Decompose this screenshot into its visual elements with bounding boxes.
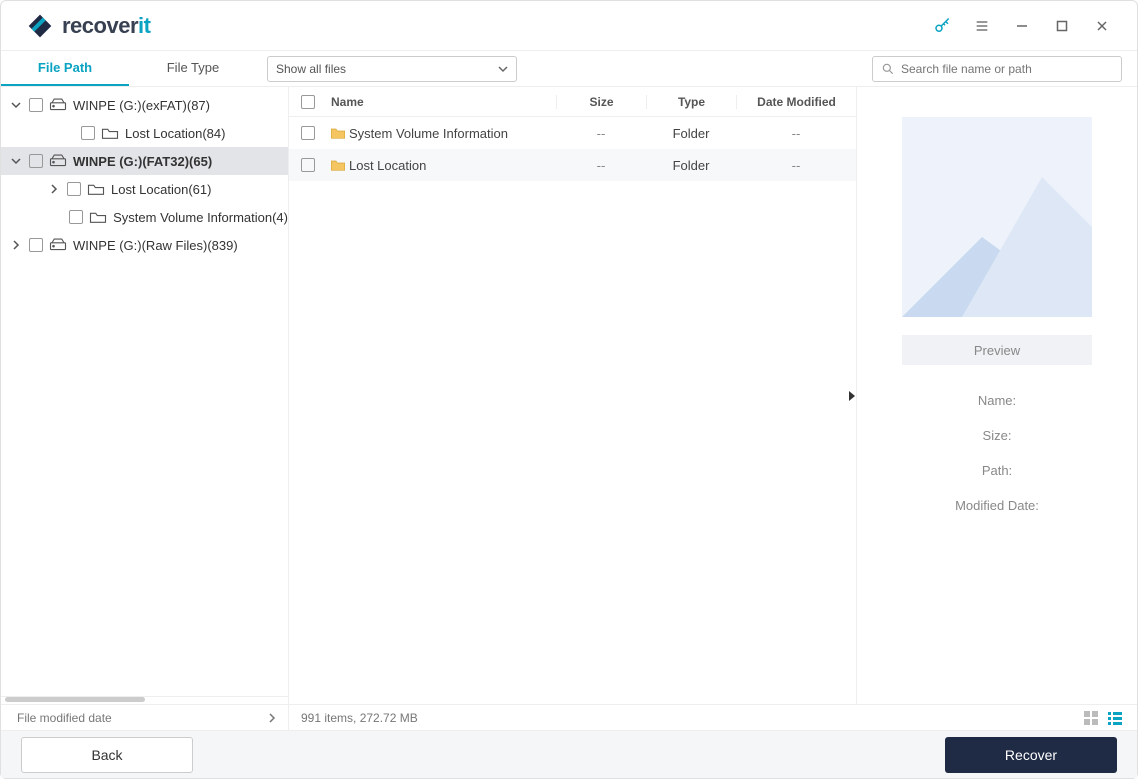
folder-tree[interactable]: WINPE (G:)(exFAT)(87) Lost Location(84) WI… [1,87,289,704]
row-size: -- [556,158,646,173]
tab-file-path[interactable]: File Path [1,51,129,86]
status-summary: 991 items, 272.72 MB [289,711,1067,725]
tree-item-label: Lost Location(84) [125,126,225,141]
preview-panel: Preview Name: Size: Path: Modified Date: [857,87,1137,704]
tree-item[interactable]: System Volume Information(4) [1,203,288,231]
preview-button[interactable]: Preview [902,335,1092,365]
folder-icon [87,182,105,196]
meta-modified: Modified Date: [955,498,1039,513]
preview-meta: Name: Size: Path: Modified Date: [877,393,1117,513]
view-list-button[interactable] [1107,710,1123,726]
row-size: -- [556,126,646,141]
tree-scrollbar[interactable] [1,696,288,704]
search-icon [881,62,895,76]
maximize-button[interactable] [1042,6,1082,46]
tree-item-label: WINPE (G:)(Raw Files)(839) [73,238,238,253]
tree-item[interactable]: WINPE (G:)(exFAT)(87) [1,91,288,119]
close-button[interactable] [1082,6,1122,46]
toolbar: File Path File Type Show all files [1,51,1137,87]
tree-checkbox[interactable] [29,98,43,112]
row-name: System Volume Information [349,126,556,141]
tree-item-label: System Volume Information(4) [113,210,288,225]
row-date: -- [736,126,856,141]
row-name: Lost Location [349,158,556,173]
file-list-header: Name Size Type Date Modified [289,87,856,117]
row-checkbox[interactable] [301,126,315,140]
preview-thumbnail [902,117,1092,317]
col-type[interactable]: Type [646,95,736,109]
filter-label: Show all files [276,62,346,76]
col-name[interactable]: Name [327,95,556,109]
tree-item[interactable]: WINPE (G:)(FAT32)(65) [1,147,288,175]
tree-checkbox[interactable] [81,126,95,140]
minimize-button[interactable] [1002,6,1042,46]
recover-button[interactable]: Recover [945,737,1117,773]
logo-icon [26,12,54,40]
chevron-right-icon[interactable] [47,184,61,194]
folder-icon [327,158,349,172]
tab-file-type[interactable]: File Type [129,51,257,86]
tree-item[interactable]: WINPE (G:)(Raw Files)(839) [1,231,288,259]
titlebar: recoverit [1,1,1137,51]
meta-size: Size: [983,428,1012,443]
app-logo: recoverit [26,12,150,40]
select-all-checkbox[interactable] [301,95,315,109]
row-checkbox[interactable] [301,158,315,172]
chevron-down-icon[interactable] [9,156,23,166]
chevron-right-icon [268,713,276,723]
back-button[interactable]: Back [21,737,193,773]
tree-item-label: WINPE (G:)(FAT32)(65) [73,154,212,169]
tree-item-label: WINPE (G:)(exFAT)(87) [73,98,210,113]
row-date: -- [736,158,856,173]
row-type: Folder [646,126,736,141]
row-type: Folder [646,158,736,173]
table-row[interactable]: System Volume Information--Folder-- [289,117,856,149]
folder-icon [327,126,349,140]
meta-name: Name: [978,393,1016,408]
chevron-down-icon [498,64,508,74]
drive-icon [49,98,67,112]
file-list: Name Size Type Date Modified System Volu… [289,87,857,704]
view-tabs: File Path File Type [1,51,257,86]
menu-button[interactable] [962,6,1002,46]
meta-path: Path: [982,463,1012,478]
chevron-right-icon[interactable] [9,240,23,250]
drive-icon [49,154,67,168]
app-name: recoverit [62,13,150,39]
tree-item[interactable]: Lost Location(61) [1,175,288,203]
tree-checkbox[interactable] [29,154,43,168]
col-size[interactable]: Size [556,95,646,109]
status-bar: File modified date 991 items, 272.72 MB [1,704,1137,730]
date-filter-label: File modified date [17,711,112,725]
folder-icon [101,126,119,140]
tree-checkbox[interactable] [69,210,83,224]
search-input[interactable] [901,62,1113,76]
search-box[interactable] [872,56,1122,82]
footer: Back Recover [1,730,1137,778]
tree-checkbox[interactable] [29,238,43,252]
tree-item[interactable]: Lost Location(84) [1,119,288,147]
date-filter-button[interactable]: File modified date [1,705,289,730]
tree-item-label: Lost Location(61) [111,182,211,197]
col-date[interactable]: Date Modified [736,95,856,109]
panel-collapse-handle[interactable] [847,387,857,405]
tree-checkbox[interactable] [67,182,81,196]
view-grid-button[interactable] [1083,710,1099,726]
table-row[interactable]: Lost Location--Folder-- [289,149,856,181]
drive-icon [49,238,67,252]
folder-icon [89,210,107,224]
activate-key-button[interactable] [922,6,962,46]
chevron-down-icon[interactable] [9,100,23,110]
main-body: WINPE (G:)(exFAT)(87) Lost Location(84) WI… [1,87,1137,704]
filter-dropdown[interactable]: Show all files [267,56,517,82]
